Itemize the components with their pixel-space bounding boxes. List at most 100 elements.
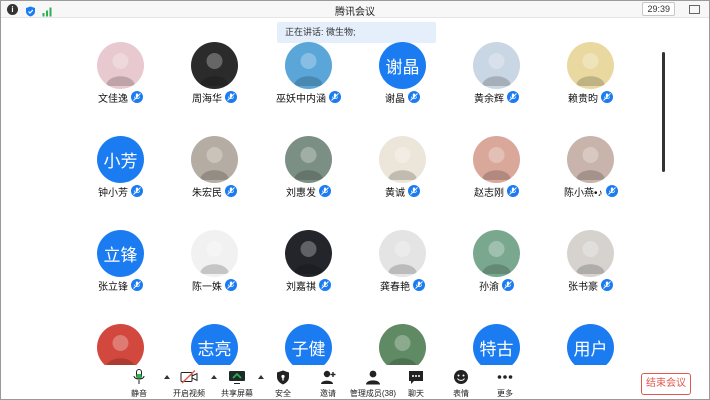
mic-muted-icon xyxy=(131,91,143,103)
participant-name: 巫妖中内涵 xyxy=(276,93,326,105)
mic-muted-icon xyxy=(329,91,341,103)
avatar xyxy=(97,42,144,89)
maximize-icon[interactable] xyxy=(689,5,700,14)
reaction-label: 表情 xyxy=(453,389,469,398)
mic-muted-icon xyxy=(131,279,143,291)
more-button[interactable]: 更多 xyxy=(481,369,529,399)
share-screen-label: 共享屏幕 xyxy=(221,389,253,398)
participant-name-row: 陈一姝 xyxy=(192,278,237,293)
avatar xyxy=(473,42,520,89)
share-screen-button[interactable]: 共享屏幕 xyxy=(213,369,261,399)
participant-name: 钟小芳 xyxy=(98,187,128,199)
participant-name: 陈一姝 xyxy=(192,281,222,293)
participant-name: 文佳逸 xyxy=(98,93,128,105)
participant-name: 朱宏民 xyxy=(192,187,222,199)
end-meeting-button[interactable]: 结束会议 xyxy=(641,373,691,395)
participant-name: 张书豪 xyxy=(568,281,598,293)
avatar: 子健 xyxy=(285,324,332,371)
security-shield-icon xyxy=(259,369,307,385)
avatar xyxy=(191,230,238,277)
participant-name: 刘惠发 xyxy=(286,187,316,199)
more-label: 更多 xyxy=(497,389,513,398)
mic-muted-icon xyxy=(131,185,143,197)
invite-label: 邀请 xyxy=(320,389,336,398)
participant-name-row: 钟小芳 xyxy=(98,184,143,199)
mute-button[interactable]: 静音 xyxy=(115,369,163,399)
grid-scrollbar[interactable] xyxy=(662,52,665,172)
reaction-button[interactable]: 表情 xyxy=(437,369,485,399)
invite-icon xyxy=(304,369,352,385)
mic-muted-icon xyxy=(225,91,237,103)
participant-name-row: 谢晶 xyxy=(385,90,420,105)
invite-button[interactable]: 邀请 xyxy=(304,369,352,399)
emoji-icon xyxy=(437,369,485,385)
avatar xyxy=(285,230,332,277)
avatar xyxy=(97,324,144,371)
participant-name-row: 张书豪 xyxy=(568,278,613,293)
avatar: 立锋 xyxy=(97,230,144,277)
avatar xyxy=(567,42,614,89)
more-dots-icon xyxy=(481,369,529,385)
mic-muted-icon xyxy=(225,185,237,197)
avatar xyxy=(473,136,520,183)
meeting-toolbar: 静音 开启视频 共享屏幕 安全 邀请 管理成员(38) 聊天 表情 更多 xyxy=(1,365,709,399)
avatar xyxy=(191,136,238,183)
chat-icon xyxy=(392,369,440,385)
avatar: 特古 xyxy=(473,324,520,371)
participant-name-row: 黄余辉 xyxy=(474,90,519,105)
participant-name: 赖贵昀 xyxy=(568,93,598,105)
participant-name: 刘嘉祺 xyxy=(286,281,316,293)
start-video-label: 开启视频 xyxy=(173,389,205,398)
mic-muted-icon xyxy=(605,185,618,197)
camera-off-icon xyxy=(165,369,213,385)
mic-muted-icon xyxy=(225,279,237,291)
participant-name-row: 龚春艳 xyxy=(380,278,425,293)
participant-name-row: 孙渝 xyxy=(479,278,514,293)
participant-name-row: 周海华 xyxy=(192,90,237,105)
security-button[interactable]: 安全 xyxy=(259,369,307,399)
avatar: 用户 xyxy=(567,324,614,371)
participant-name-row: 文佳逸 xyxy=(98,90,143,105)
participant-name: 龚春艳 xyxy=(380,281,410,293)
chat-label: 聊天 xyxy=(408,389,424,398)
participant-name-row: 张立锋 xyxy=(98,278,143,293)
avatar xyxy=(567,230,614,277)
mic-muted-icon xyxy=(319,185,331,197)
participant-name: 谢晶 xyxy=(385,93,405,105)
chat-button[interactable]: 聊天 xyxy=(392,369,440,399)
participant-name-row: 刘惠发 xyxy=(286,184,331,199)
avatar xyxy=(473,230,520,277)
mic-muted-icon xyxy=(413,279,425,291)
avatar: 谢晶 xyxy=(379,42,426,89)
participant-name-row: 赵志刚 xyxy=(474,184,519,199)
avatar xyxy=(379,230,426,277)
participant-grid: 文佳逸 周海华 巫妖中内涵 谢晶 谢晶 黄余辉 赖贵昀 小芳 钟小芳 朱宏民 刘惠发 黄诚 赵志刚 陈小燕… xyxy=(1,1,661,371)
mic-muted-icon xyxy=(502,279,514,291)
participant-name: 黄诚 xyxy=(385,187,405,199)
mic-muted-icon xyxy=(507,185,519,197)
participant-name: 周海华 xyxy=(192,93,222,105)
security-label: 安全 xyxy=(275,389,291,398)
mic-muted-icon xyxy=(507,91,519,103)
participant-name-row: 朱宏民 xyxy=(192,184,237,199)
mic-muted-icon xyxy=(408,185,420,197)
avatar xyxy=(191,42,238,89)
avatar xyxy=(379,136,426,183)
mic-muted-icon xyxy=(408,91,420,103)
avatar xyxy=(285,136,332,183)
participant-name-row: 赖贵昀 xyxy=(568,90,613,105)
start-video-button[interactable]: 开启视频 xyxy=(165,369,213,399)
microphone-icon xyxy=(115,369,163,385)
mic-muted-icon xyxy=(601,91,613,103)
mute-label: 静音 xyxy=(131,389,147,398)
participant-name: 黄余辉 xyxy=(474,93,504,105)
avatar xyxy=(285,42,332,89)
avatar xyxy=(379,324,426,371)
participant-name-row: 巫妖中内涵 xyxy=(276,90,341,105)
mic-muted-icon xyxy=(601,279,613,291)
participant-name: 张立锋 xyxy=(98,281,128,293)
participant-name: 赵志刚 xyxy=(474,187,504,199)
participant-name-row: 刘嘉祺 xyxy=(286,278,331,293)
share-screen-icon xyxy=(213,369,261,385)
avatar: 志亮 xyxy=(191,324,238,371)
